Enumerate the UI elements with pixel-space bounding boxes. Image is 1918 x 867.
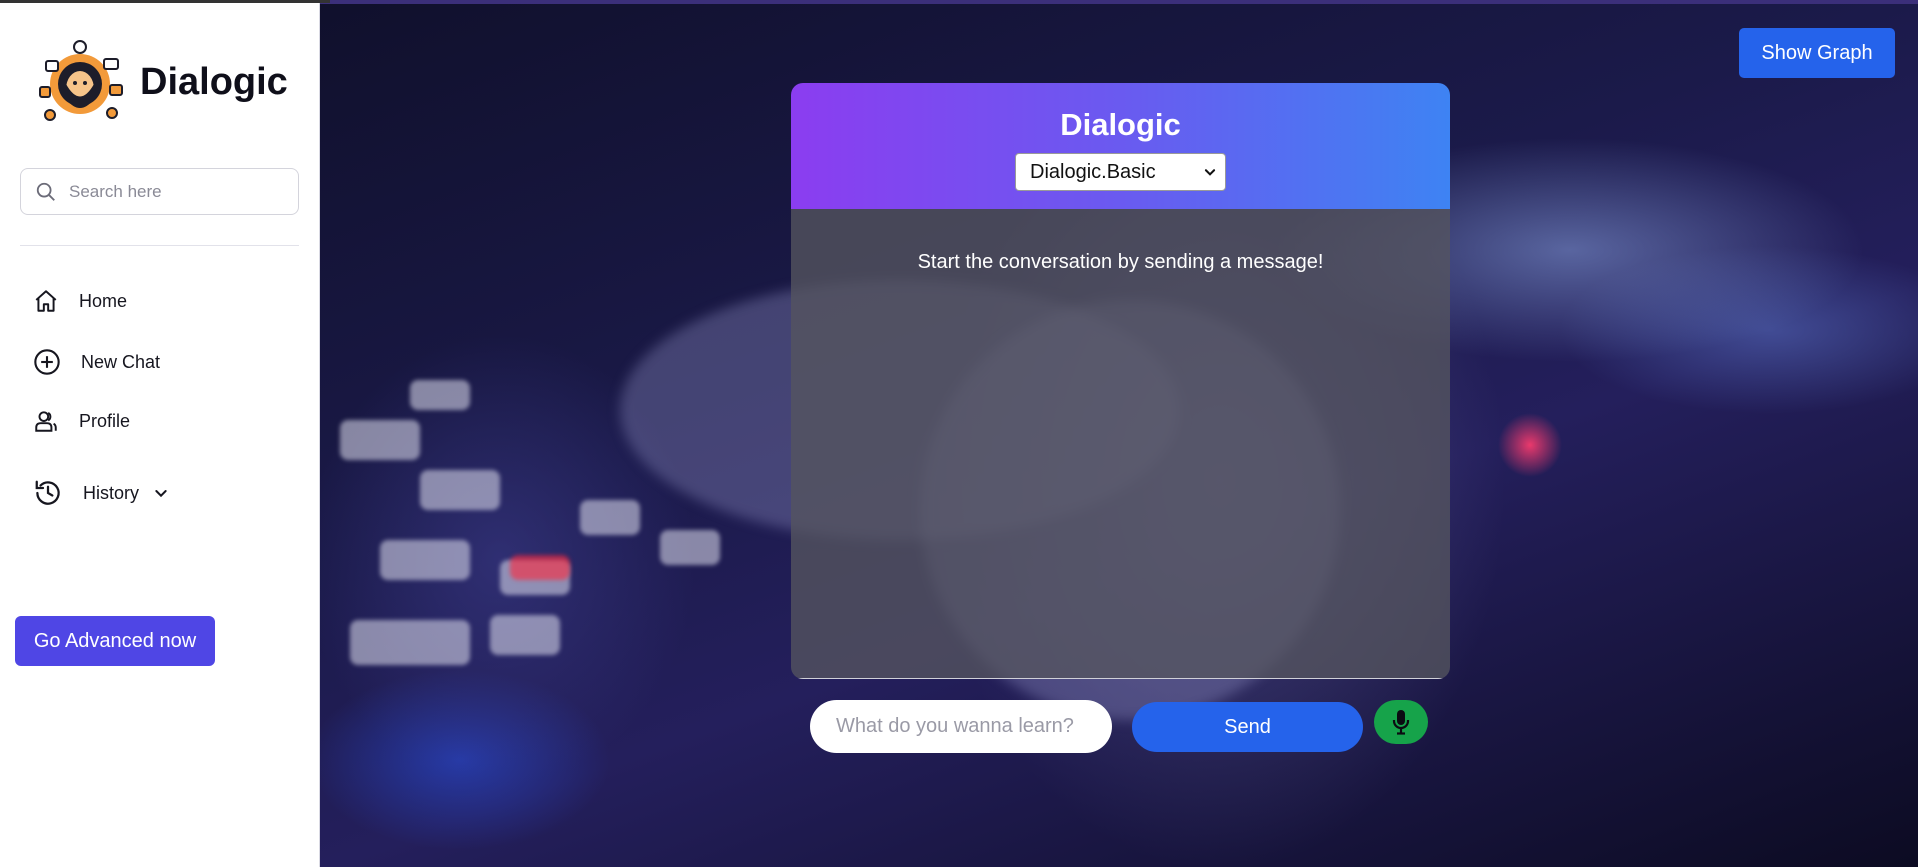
brand-name: Dialogic [140, 60, 288, 103]
chevron-down-icon[interactable] [153, 485, 169, 501]
chevron-down-icon [1204, 169, 1216, 176]
search-input[interactable] [69, 181, 279, 202]
users-icon [35, 411, 57, 432]
model-select[interactable]: Dialogic.Basic [1015, 153, 1226, 191]
sidebar-item-profile[interactable]: Profile [33, 408, 130, 434]
chat-header: Dialogic Dialogic.Basic [791, 83, 1450, 209]
home-icon [35, 290, 57, 312]
sidebar-divider [20, 245, 299, 246]
go-advanced-button[interactable]: Go Advanced now [15, 616, 215, 666]
search-box[interactable] [20, 168, 299, 215]
send-button[interactable]: Send [1132, 702, 1363, 752]
brand[interactable]: Dialogic [36, 39, 288, 125]
microphone-button[interactable] [1374, 700, 1428, 744]
sidebar-item-home[interactable]: Home [33, 288, 127, 314]
sidebar: Dialogic Home New Chat Profile History [0, 3, 320, 867]
sidebar-item-label: Profile [79, 410, 131, 431]
chat-panel: Dialogic Dialogic.Basic Start the conver… [791, 83, 1450, 679]
sidebar-item-history[interactable]: History [33, 478, 169, 508]
top-border [320, 0, 1918, 4]
model-select-value: Dialogic.Basic [1030, 160, 1156, 183]
history-icon [35, 480, 60, 505]
show-graph-button[interactable]: Show Graph [1739, 28, 1895, 78]
sidebar-item-label: History [83, 482, 140, 503]
sidebar-item-label: New Chat [81, 351, 161, 372]
message-input[interactable] [810, 700, 1112, 753]
sidebar-item-new-chat[interactable]: New Chat [33, 348, 160, 376]
microphone-icon [1392, 710, 1410, 735]
chat-title: Dialogic [1060, 107, 1181, 142]
sidebar-item-label: Home [79, 290, 128, 311]
plus-circle-icon [34, 349, 60, 375]
empty-state-message: Start the conversation by sending a mess… [917, 251, 1324, 273]
chat-messages: Start the conversation by sending a mess… [791, 209, 1450, 679]
logo-icon [39, 40, 123, 121]
search-icon [36, 182, 55, 201]
